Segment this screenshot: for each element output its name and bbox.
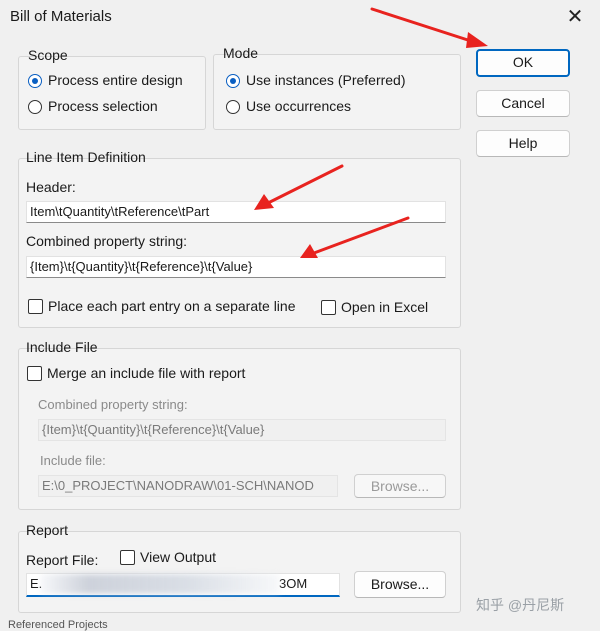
bom-dialog: Bill of Materials ✕ Scope Process entire… xyxy=(0,0,600,631)
arrow-to-ok xyxy=(370,7,476,44)
arrow-to-combined xyxy=(312,216,410,255)
annotation-arrows xyxy=(254,7,488,258)
arrow-to-ok-head xyxy=(466,32,488,48)
arrow-to-header xyxy=(266,164,344,205)
